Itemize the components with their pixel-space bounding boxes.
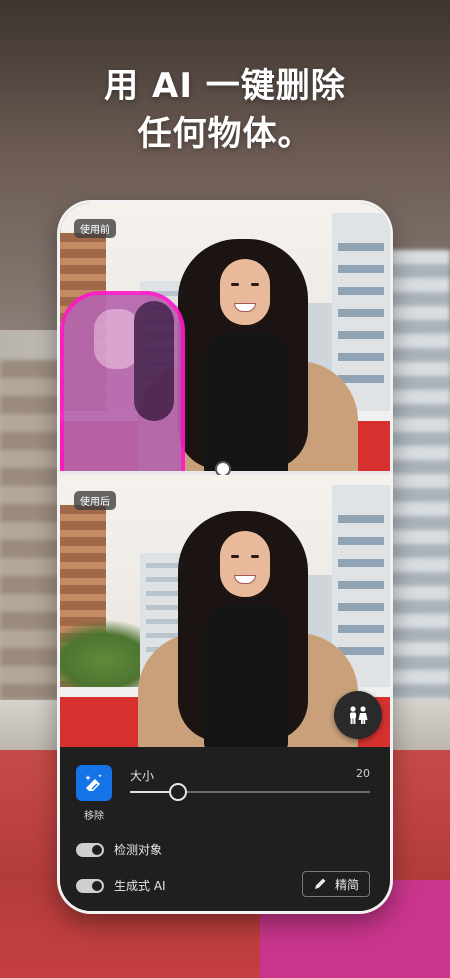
eraser-sparkle-icon <box>85 774 102 791</box>
detect-objects-row[interactable]: 检测对象 <box>76 841 162 858</box>
generative-ai-toggle[interactable] <box>76 878 104 893</box>
slider-knob[interactable] <box>169 783 187 801</box>
people-detect-button[interactable] <box>334 691 382 739</box>
refine-label: 精简 <box>334 877 359 892</box>
refine-button[interactable]: 精简 <box>302 871 370 897</box>
before-photo[interactable]: 使用前 <box>60 203 390 471</box>
generative-ai-label: 生成式 AI <box>114 879 166 893</box>
headline-line-1: 用 AI 一键删除 <box>104 66 346 106</box>
detect-objects-toggle[interactable] <box>76 842 104 857</box>
after-label: 使用后 <box>74 491 116 510</box>
generative-ai-row[interactable]: 生成式 AI <box>76 877 166 894</box>
detect-objects-label: 检测对象 <box>114 843 163 857</box>
remove-tool-button[interactable] <box>76 765 112 801</box>
headline-line-2: 任何物体。 <box>137 114 313 154</box>
app-screen: 使用前 使用后 移除 大小 20 检测对象 生成式 AI 精简 <box>60 203 390 911</box>
before-label: 使用前 <box>74 219 116 238</box>
phone-frame: 使用前 使用后 移除 大小 20 检测对象 生成式 AI 精简 <box>57 200 393 914</box>
remove-tool-label: 移除 <box>84 811 104 822</box>
pencil-icon <box>314 878 326 889</box>
people-icon <box>350 706 368 724</box>
selected-object-mask[interactable] <box>60 291 185 471</box>
headline: 用 AI 一键删除 任何物体。 <box>0 62 450 158</box>
brush-size-label: 大小 <box>130 769 155 783</box>
brush-size-value: 20 <box>356 767 370 780</box>
tool-panel: 移除 大小 20 检测对象 生成式 AI 精简 <box>60 747 390 911</box>
brush-size-slider[interactable] <box>130 783 370 801</box>
subject-woman <box>138 503 358 747</box>
